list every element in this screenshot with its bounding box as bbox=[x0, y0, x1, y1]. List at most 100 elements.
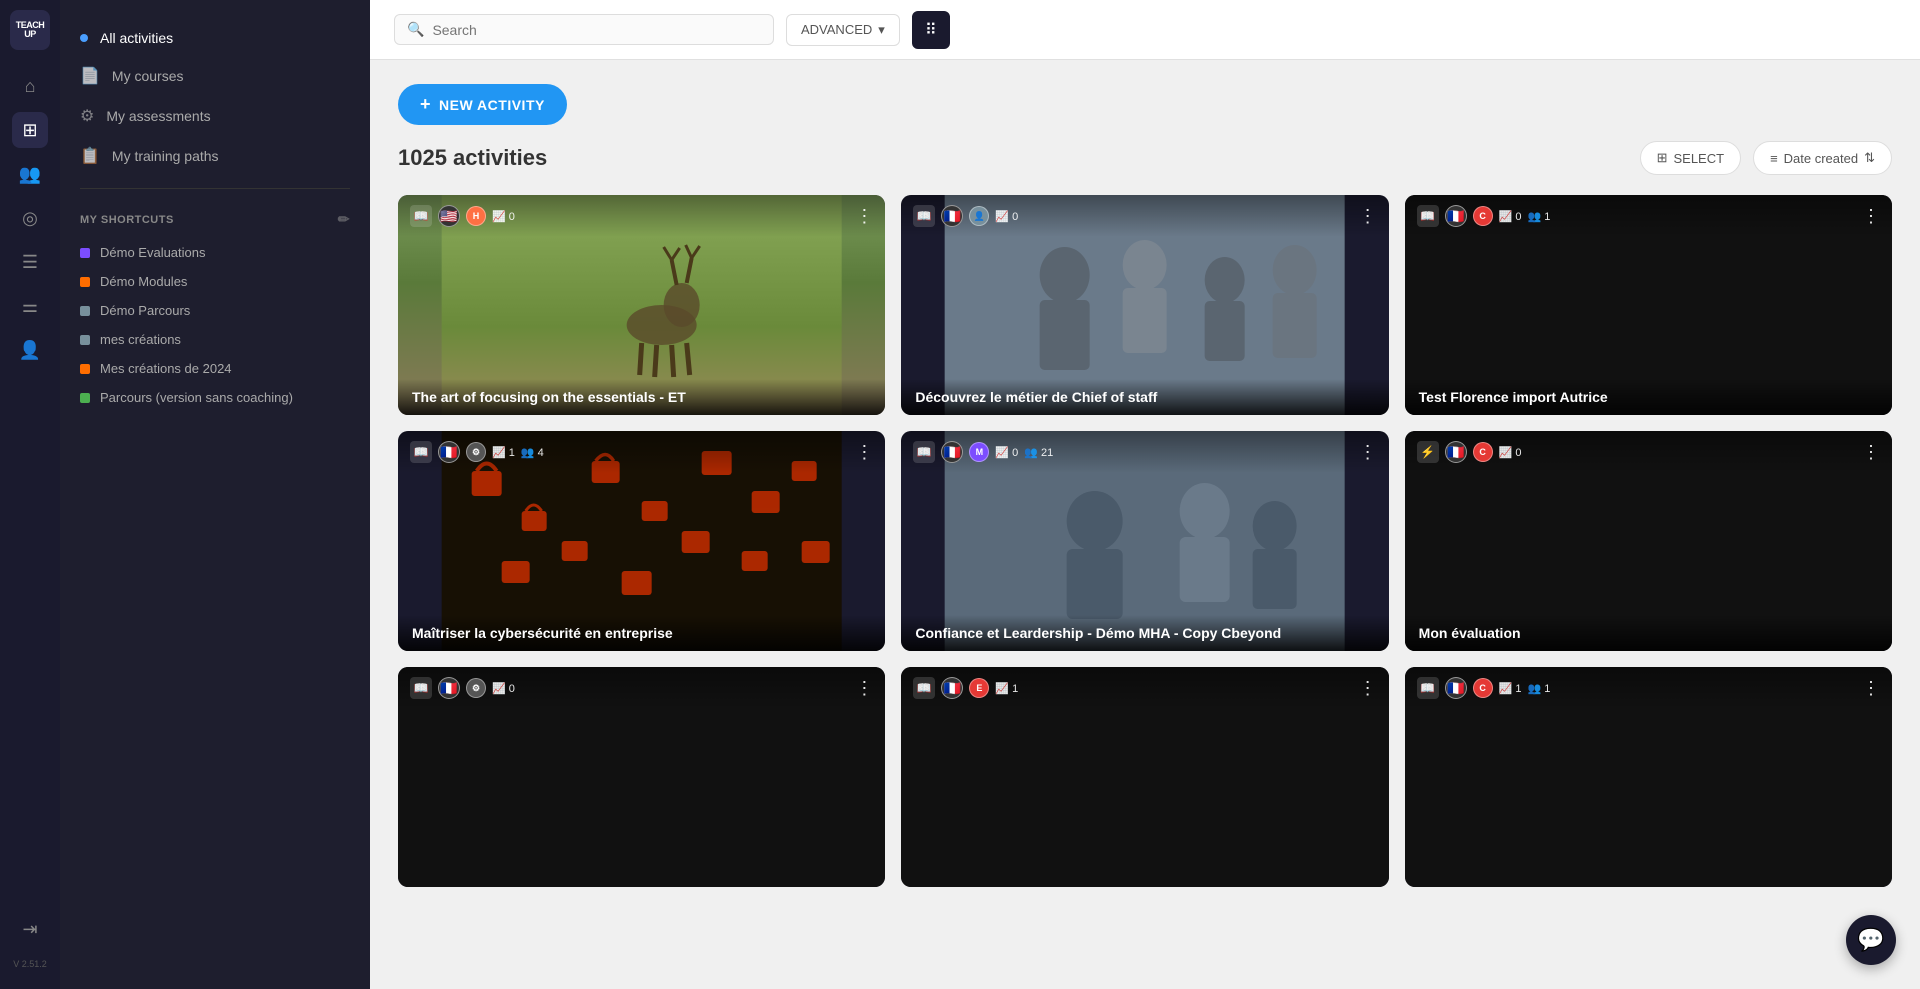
activity-card[interactable]: 📖 🇫🇷 C 📈 0 👥 1 ⋮ Test Florence import Au… bbox=[1405, 195, 1892, 415]
activity-card[interactable]: 📖 🇫🇷 ⚙ 📈 0 ⋮ bbox=[398, 667, 885, 887]
card-overlay: 📖 🇫🇷 C 📈 0 👥 1 ⋮ bbox=[1405, 195, 1892, 237]
shortcut-mes-creations[interactable]: mes créations bbox=[60, 325, 370, 354]
icon-bar: TEACH UP ⌂ ⊞ 👥 ◎ ☰ ⚌ 👤 ⇥ V 2.51.2 bbox=[0, 0, 60, 989]
advanced-label: ADVANCED bbox=[801, 22, 872, 37]
card-menu-button[interactable]: ⋮ bbox=[855, 206, 873, 227]
shortcut-demo-modules[interactable]: Démo Modules bbox=[60, 267, 370, 296]
card-menu-button[interactable]: ⋮ bbox=[855, 678, 873, 699]
shortcut-demo-evaluations[interactable]: Démo Evaluations bbox=[60, 238, 370, 267]
card-overlay: 📖 🇫🇷 👤 📈 0 ⋮ bbox=[901, 195, 1388, 237]
card-menu-button[interactable]: ⋮ bbox=[1862, 206, 1880, 227]
grid-view-button[interactable]: ⠿ bbox=[912, 11, 950, 49]
card-stat: 📈 0 bbox=[492, 682, 515, 695]
card-flag: 🇫🇷 bbox=[1445, 441, 1467, 463]
search-input[interactable] bbox=[432, 22, 761, 38]
card-flag: 🇫🇷 bbox=[941, 205, 963, 227]
cards-grid: 📖 🇺🇸 H 📈 0 ⋮ The art of focusing on the … bbox=[398, 195, 1892, 887]
new-activity-button[interactable]: + NEW ACTIVITY bbox=[398, 84, 567, 125]
card-title: Test Florence import Autrice bbox=[1405, 379, 1892, 415]
people-icon[interactable]: 👤 bbox=[12, 332, 48, 368]
shortcut-label: Démo Parcours bbox=[100, 303, 190, 318]
card-author-avatar: H bbox=[466, 206, 486, 226]
card-stat: 📈 0 bbox=[1499, 446, 1522, 459]
select-label: SELECT bbox=[1673, 151, 1724, 166]
card-flag: 🇫🇷 bbox=[1445, 205, 1467, 227]
shortcut-color-dot bbox=[80, 393, 90, 403]
card-menu-button[interactable]: ⋮ bbox=[1359, 678, 1377, 699]
card-menu-button[interactable]: ⋮ bbox=[1862, 442, 1880, 463]
card-stat: 📈 1 bbox=[492, 446, 515, 459]
users-icon[interactable]: 👥 bbox=[12, 156, 48, 192]
activity-card[interactable]: 📖 🇫🇷 👤 📈 0 ⋮ Découvrez le métier de Chie… bbox=[901, 195, 1388, 415]
card-menu-button[interactable]: ⋮ bbox=[855, 442, 873, 463]
select-button[interactable]: ⊞ SELECT bbox=[1640, 141, 1741, 175]
card-author-avatar: C bbox=[1473, 206, 1493, 226]
search-box[interactable]: 🔍 bbox=[394, 14, 774, 45]
sidebar-item-my-training-paths[interactable]: 📋 My training paths bbox=[60, 136, 370, 176]
grid-icon: ⠿ bbox=[925, 20, 937, 40]
card-author-avatar: 👤 bbox=[969, 206, 989, 226]
sidebar-item-my-courses[interactable]: 📄 My courses bbox=[60, 56, 370, 96]
shortcut-label: Parcours (version sans coaching) bbox=[100, 390, 293, 405]
content-area: + NEW ACTIVITY 1025 activities ⊞ SELECT … bbox=[370, 60, 1920, 989]
shortcut-color-dot bbox=[80, 364, 90, 374]
card-author-avatar: C bbox=[1473, 442, 1493, 462]
edit-shortcuts-icon[interactable]: ✏ bbox=[338, 211, 350, 228]
card-type-icon: 📖 bbox=[410, 205, 432, 227]
active-dot bbox=[80, 34, 88, 42]
shortcut-color-dot bbox=[80, 335, 90, 345]
home-icon[interactable]: ⌂ bbox=[12, 68, 48, 104]
logout-icon[interactable]: ⇥ bbox=[12, 911, 48, 947]
card-type-icon: ⚡ bbox=[1417, 441, 1439, 463]
activity-card[interactable]: 📖 🇫🇷 ⚙ 📈 1 👥 4 ⋮ Maîtriser la cybersécur… bbox=[398, 431, 885, 651]
app-logo[interactable]: TEACH UP bbox=[10, 10, 50, 50]
chat-bubble[interactable]: 💬 bbox=[1846, 915, 1896, 965]
assessments-icon: ⚙ bbox=[80, 106, 94, 126]
activity-card[interactable]: 📖 🇫🇷 M 📈 0 👥 21 ⋮ Confiance et Leardersh… bbox=[901, 431, 1388, 651]
plus-icon: + bbox=[420, 94, 431, 115]
card-stat: 📈 0 bbox=[492, 210, 515, 223]
card-type-icon: 📖 bbox=[410, 441, 432, 463]
sidebar: All activities 📄 My courses ⚙ My assessm… bbox=[60, 0, 370, 989]
grid-icon[interactable]: ⊞ bbox=[12, 112, 48, 148]
date-created-label: Date created bbox=[1784, 151, 1858, 166]
shortcut-parcours-sans-coaching[interactable]: Parcours (version sans coaching) bbox=[60, 383, 370, 412]
card-title: The art of focusing on the essentials - … bbox=[398, 379, 885, 415]
shortcut-demo-parcours[interactable]: Démo Parcours bbox=[60, 296, 370, 325]
shortcut-color-dot bbox=[80, 277, 90, 287]
topbar: 🔍 ADVANCED ▾ ⠿ bbox=[370, 0, 1920, 60]
card-type-icon: 📖 bbox=[1417, 677, 1439, 699]
card-menu-button[interactable]: ⋮ bbox=[1359, 442, 1377, 463]
card-type-icon: 📖 bbox=[1417, 205, 1439, 227]
sidebar-item-my-assessments[interactable]: ⚙ My assessments bbox=[60, 96, 370, 136]
circle-icon[interactable]: ◎ bbox=[12, 200, 48, 236]
card-overlay: 📖 🇫🇷 ⚙ 📈 0 ⋮ bbox=[398, 667, 885, 709]
activity-card[interactable]: 📖 🇺🇸 H 📈 0 ⋮ The art of focusing on the … bbox=[398, 195, 885, 415]
card-stat: 📈 0 bbox=[995, 210, 1018, 223]
date-sort-button[interactable]: ≡ Date created ⇅ bbox=[1753, 141, 1892, 175]
shortcut-label: Démo Evaluations bbox=[100, 245, 206, 260]
paths-icon: 📋 bbox=[80, 146, 100, 166]
filter-bar: ⊞ SELECT ≡ Date created ⇅ bbox=[1640, 141, 1892, 175]
card-author-avatar: E bbox=[969, 678, 989, 698]
sidebar-item-all-activities[interactable]: All activities bbox=[60, 20, 370, 56]
activity-card[interactable]: 📖 🇫🇷 C 📈 1 👥 1 ⋮ bbox=[1405, 667, 1892, 887]
card-type-icon: 📖 bbox=[913, 441, 935, 463]
shortcut-mes-creations-2024[interactable]: Mes créations de 2024 bbox=[60, 354, 370, 383]
search-icon: 🔍 bbox=[407, 21, 424, 38]
card-author-avatar: ⚙ bbox=[466, 678, 486, 698]
card-type-icon: 📖 bbox=[913, 677, 935, 699]
logo-line2: UP bbox=[16, 30, 45, 39]
chart-icon[interactable]: ⚌ bbox=[12, 288, 48, 324]
advanced-button[interactable]: ADVANCED ▾ bbox=[786, 14, 900, 46]
activity-card[interactable]: ⚡ 🇫🇷 C 📈 0 ⋮ Mon évaluation bbox=[1405, 431, 1892, 651]
card-menu-button[interactable]: ⋮ bbox=[1359, 206, 1377, 227]
activity-card[interactable]: 📖 🇫🇷 E 📈 1 ⋮ bbox=[901, 667, 1388, 887]
shortcuts-title: MY SHORTCUTS bbox=[80, 214, 174, 226]
card-title: Confiance et Leardership - Démo MHA - Co… bbox=[901, 615, 1388, 651]
card-menu-button[interactable]: ⋮ bbox=[1862, 678, 1880, 699]
sort-direction-icon: ⇅ bbox=[1864, 150, 1875, 166]
card-overlay: 📖 🇫🇷 C 📈 1 👥 1 ⋮ bbox=[1405, 667, 1892, 709]
list-icon[interactable]: ☰ bbox=[12, 244, 48, 280]
card-author-avatar: C bbox=[1473, 678, 1493, 698]
